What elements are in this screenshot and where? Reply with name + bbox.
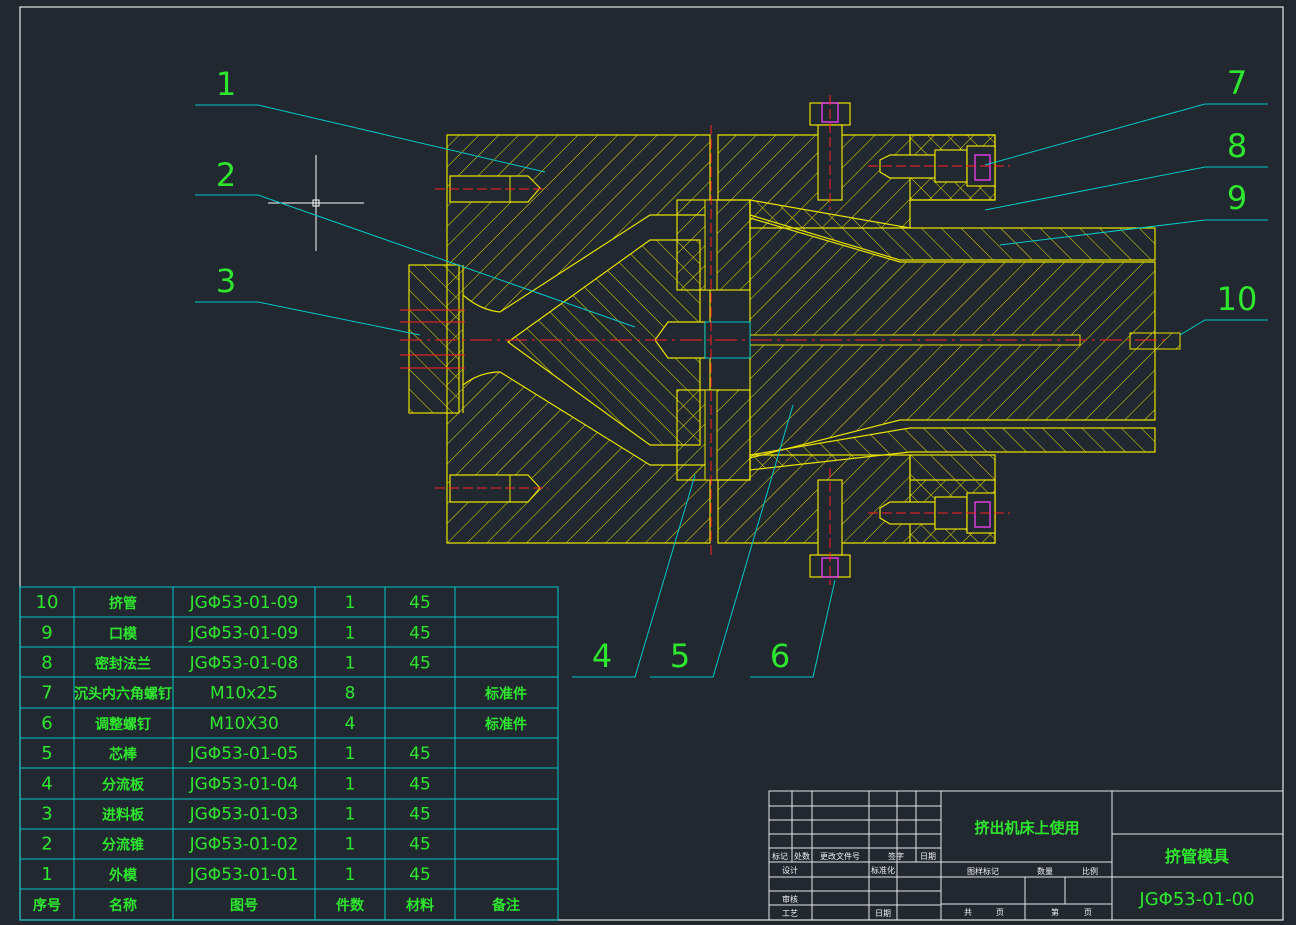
bom-cell-drawing: JGΦ53-01-08: [189, 654, 299, 674]
callout-9: 9: [1227, 179, 1247, 217]
usage-title: 挤出机床上使用: [974, 819, 1079, 837]
callout-5: 5: [670, 637, 690, 675]
bom-cell-qty: 1: [345, 654, 356, 674]
rev-label-doc: 更改文件号: [820, 851, 860, 861]
bom-cell-drawing: JGΦ53-01-03: [189, 805, 299, 825]
bom-cell-name: 沉头内六角螺钉: [74, 686, 172, 703]
bom-cell-material: 45: [409, 774, 431, 794]
bom-cell-qty: 1: [345, 744, 356, 764]
bom-cell-material: 45: [409, 805, 431, 825]
callout-10: 10: [1217, 280, 1258, 318]
bom-cell-material: 45: [409, 654, 431, 674]
drawing-number: JGΦ53-01-00: [1138, 889, 1254, 910]
bom-cell-no: 4: [41, 773, 52, 794]
bom-cell-qty: 1: [345, 774, 356, 794]
bom-cell-drawing: JGΦ53-01-09: [189, 623, 299, 643]
bom-header-drawing: 图号: [230, 898, 258, 914]
bom-cell-material: 45: [409, 835, 431, 855]
bom-cell-qty: 1: [345, 805, 356, 825]
bom-header-name: 名称: [109, 897, 137, 914]
bom-cell-note: 标准件: [484, 716, 527, 733]
bom-cell-no: 9: [41, 622, 52, 643]
bom-header: 序号 名称 图号 件数 材料 备注: [33, 897, 520, 914]
sign-process: 工艺: [782, 909, 798, 918]
sign-design: 设计: [782, 865, 798, 875]
bom-cell-no: 10: [36, 592, 59, 613]
sheets-label: 页: [996, 908, 1004, 917]
bom-cell-name: 密封法兰: [94, 656, 151, 673]
callout-8: 8: [1227, 127, 1247, 165]
bom-cell-note: 标准件: [484, 686, 527, 703]
cad-drawing: 1 2 3 4 5 6 7 8 9 10 10 挤管 JGΦ53-01-09 1 459…: [19, 6, 1284, 921]
page-label: 页: [1084, 908, 1092, 917]
bom-cell-drawing: JGΦ53-01-02: [189, 835, 299, 855]
total-label: 共: [964, 908, 972, 917]
scale-label: 比例: [1082, 866, 1098, 876]
bom-cell-no: 2: [41, 834, 52, 855]
rev-label-sign: 签字: [888, 851, 904, 861]
pipe-tip: [1129, 332, 1181, 350]
bom-cell-name: 分流锥: [102, 837, 144, 854]
callout-6: 6: [770, 637, 790, 675]
bom-cell-no: 1: [41, 864, 52, 885]
sign-review: 审核: [782, 894, 798, 904]
cursor-crosshair: [268, 155, 364, 251]
bom-cell-name: 分流板: [102, 776, 145, 793]
bom-header-no: 序号: [33, 897, 61, 914]
bom-cell-drawing: M10x25: [210, 684, 278, 704]
bom-cell-name: 挤管: [109, 595, 137, 612]
callout-3: 3: [216, 262, 236, 300]
bom-cell-drawing: JGΦ53-01-05: [189, 744, 299, 764]
bom-cell-qty: 1: [345, 593, 356, 613]
bom-cell-name: 芯棒: [109, 746, 138, 763]
bom-cell-qty: 1: [345, 835, 356, 855]
bom-header-qty: 件数: [336, 897, 365, 914]
bom-cell-material: 45: [409, 865, 431, 885]
bom-cell-material: 45: [409, 744, 431, 764]
rev-label-date: 日期: [920, 852, 936, 861]
bom-cell-no: 7: [41, 683, 52, 704]
bom-cell-material: 45: [409, 593, 431, 613]
bom-cell-no: 6: [41, 713, 52, 734]
bom-cell-drawing: JGΦ53-01-04: [189, 774, 299, 794]
weight-label: 数量: [1037, 866, 1053, 876]
body-screw-upper: [435, 175, 548, 203]
callout-1: 1: [216, 65, 236, 103]
bom-cell-qty: 4: [345, 714, 356, 734]
bom-cell-name: 进料板: [102, 807, 145, 824]
callout-4: 4: [592, 637, 612, 675]
bom-header-material: 材料: [406, 897, 434, 914]
bom-cell-name: 口模: [109, 625, 138, 642]
bom-cell-no: 8: [41, 653, 52, 674]
sign-standard: 标准化: [871, 865, 895, 875]
bom-cell-qty: 1: [345, 865, 356, 885]
sign-date: 日期: [875, 909, 891, 918]
callout-7: 7: [1227, 64, 1247, 102]
bom-cell-no: 3: [41, 804, 52, 825]
bom-cell-material: 45: [409, 623, 431, 643]
bom-cell-qty: 1: [345, 623, 356, 643]
rev-label-mark: 标记: [772, 851, 788, 861]
bom-cell-drawing: M10X30: [209, 714, 279, 734]
body-screw-lower: [435, 474, 548, 503]
stage-label: 图样标记: [967, 866, 999, 876]
rev-label-count: 处数: [794, 851, 810, 861]
bom-cell-qty: 8: [345, 684, 356, 704]
bom-cell-no: 5: [41, 743, 52, 764]
bom-header-note: 备注: [491, 897, 520, 914]
bom-cell-name: 调整螺钉: [95, 716, 151, 733]
callout-2: 2: [216, 156, 236, 194]
bom-cell-name: 外模: [109, 867, 138, 884]
part-name-title: 挤管模具: [1165, 847, 1229, 866]
bom-cell-drawing: JGΦ53-01-09: [189, 593, 299, 613]
sheet-label: 第: [1051, 907, 1059, 917]
bom-cell-drawing: JGΦ53-01-01: [189, 865, 299, 885]
die-assembly-section: [400, 95, 1181, 585]
